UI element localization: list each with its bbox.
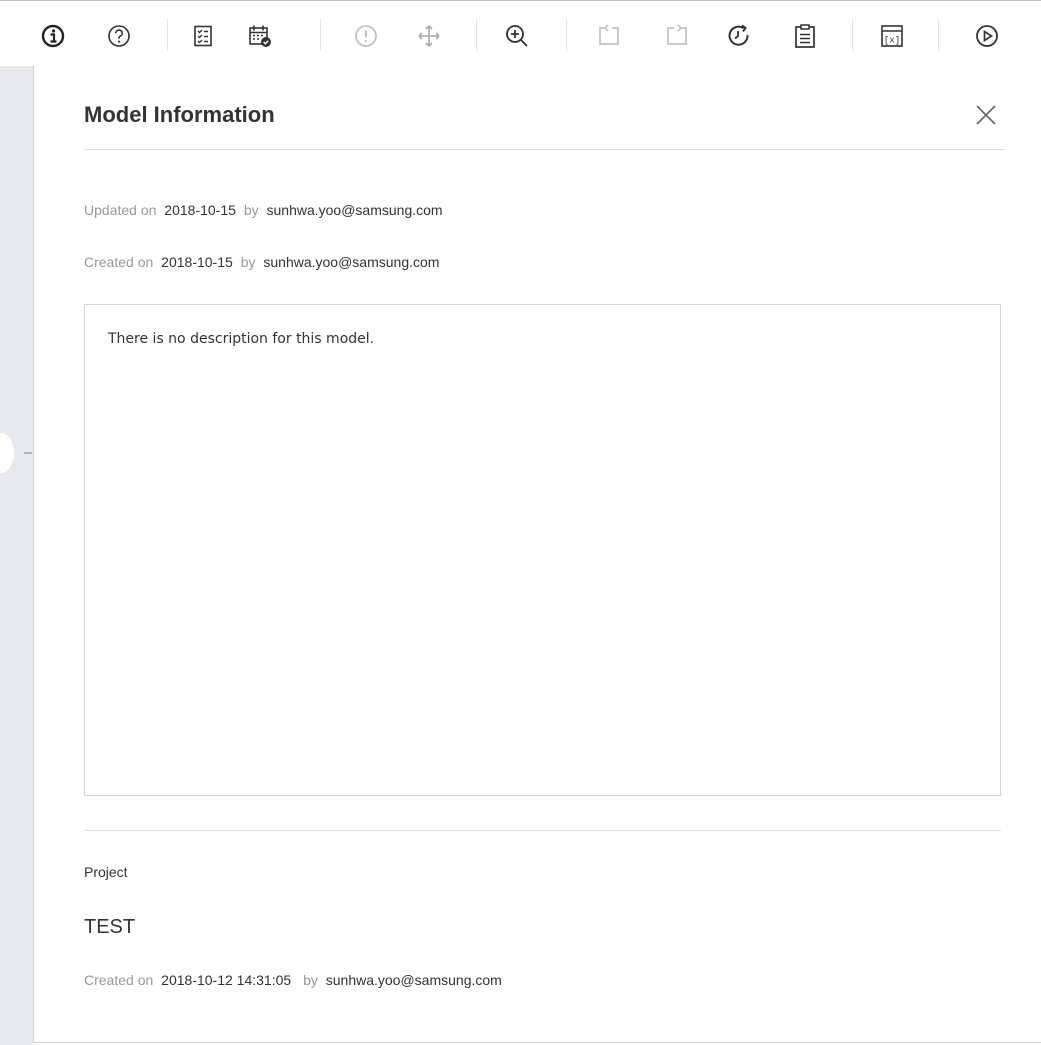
created-date: 2018-10-15	[161, 254, 233, 270]
warning-icon[interactable]	[351, 21, 381, 51]
redo-icon[interactable]	[662, 21, 692, 51]
panel-title: Model Information	[84, 102, 275, 127]
variable-icon[interactable]: [x]	[877, 21, 907, 51]
close-icon[interactable]	[974, 103, 998, 127]
clipboard-icon[interactable]	[790, 21, 820, 51]
collapse-handle-dash	[24, 452, 32, 454]
play-icon[interactable]	[972, 21, 1002, 51]
model-information-panel: Model Information Updated on 2018-10-15 …	[33, 66, 1041, 1043]
undo-icon[interactable]	[594, 21, 624, 51]
info-icon[interactable]	[38, 21, 68, 51]
updated-prefix: Updated on	[84, 202, 157, 218]
created-info: Created on 2018-10-15 by sunhwa.yoo@sams…	[84, 254, 439, 270]
toolbar: [x]	[0, 0, 1041, 67]
project-name: TEST	[84, 916, 136, 938]
description-box: There is no description for this model.	[84, 304, 1001, 796]
svg-text:[x]: [x]	[884, 36, 900, 46]
checklist-icon[interactable]	[188, 21, 218, 51]
updated-date: 2018-10-15	[164, 202, 236, 218]
help-icon[interactable]	[104, 21, 134, 51]
move-icon[interactable]	[414, 21, 444, 51]
zoom-in-icon[interactable]	[502, 21, 532, 51]
description-text: There is no description for this model.	[108, 331, 375, 347]
updated-by-label: by	[243, 202, 259, 218]
project-created-info: Created on 2018-10-12 14:31:05 by sunhwa…	[84, 972, 502, 988]
updated-info: Updated on 2018-10-15 by sunhwa.yoo@sams…	[84, 202, 443, 218]
title-divider	[84, 149, 1005, 150]
side-strip	[0, 66, 33, 1045]
calendar-check-icon[interactable]	[245, 21, 275, 51]
created-prefix: Created on	[84, 254, 154, 270]
updated-user: sunhwa.yoo@samsung.com	[266, 202, 443, 218]
project-label: Project	[84, 864, 128, 880]
section-divider	[84, 830, 1001, 831]
project-created-prefix: Created on	[84, 972, 154, 988]
project-created-user: sunhwa.yoo@samsung.com	[325, 972, 502, 988]
project-by-label: by	[303, 972, 318, 988]
created-by-label: by	[240, 254, 256, 270]
created-user: sunhwa.yoo@samsung.com	[263, 254, 440, 270]
project-created-datetime: 2018-10-12 14:31:05	[161, 972, 292, 988]
refresh-icon[interactable]	[724, 21, 754, 51]
